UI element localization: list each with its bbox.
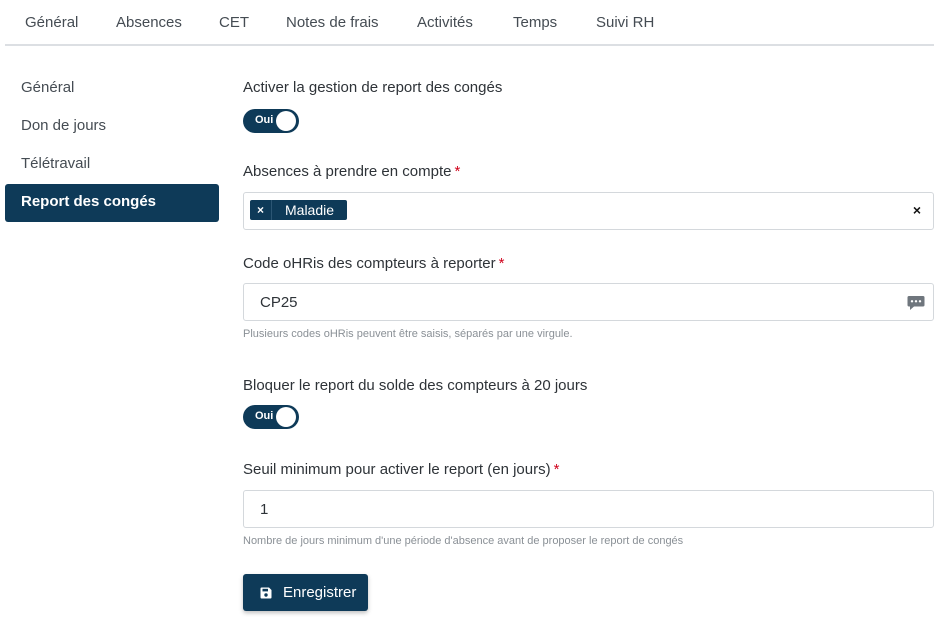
- code-help-text: Plusieurs codes oHRis peuvent être saisi…: [243, 328, 573, 340]
- required-marker: *: [553, 461, 560, 478]
- absences-label-text: Absences à prendre en compte: [243, 163, 452, 180]
- sidebar-item-report-des-conges[interactable]: Report des congés: [5, 184, 219, 222]
- enable-report-toggle-label: Oui: [255, 114, 274, 126]
- comment-dots-icon[interactable]: [907, 295, 925, 311]
- absences-multiselect[interactable]: × Maladie ×: [243, 192, 934, 230]
- code-input-value: CP25: [260, 294, 298, 311]
- block-report-label: Bloquer le report du solde des compteurs…: [243, 377, 587, 394]
- absence-chip: × Maladie: [250, 200, 348, 220]
- code-label: Code oHRis des compteurs à reporter *: [243, 255, 504, 272]
- chip-remove-icon[interactable]: ×: [250, 200, 272, 220]
- tab-cet[interactable]: CET: [219, 14, 249, 31]
- floppy-disk-icon: [260, 587, 272, 598]
- tab-temps[interactable]: Temps: [513, 14, 557, 31]
- code-input[interactable]: CP25: [243, 283, 934, 321]
- tab-absences[interactable]: Absences: [116, 14, 182, 31]
- tab-suivi-rh[interactable]: Suivi RH: [596, 14, 654, 31]
- threshold-help-text: Nombre de jours minimum d'une période d'…: [243, 535, 684, 547]
- absences-label: Absences à prendre en compte *: [243, 163, 460, 180]
- toggle-knob: [276, 111, 296, 131]
- threshold-label-text: Seuil minimum pour activer le report (en…: [243, 461, 551, 478]
- toggle-knob: [276, 407, 296, 427]
- sidebar-item-general[interactable]: Général: [5, 70, 219, 108]
- threshold-label: Seuil minimum pour activer le report (en…: [243, 461, 559, 478]
- tab-notes-de-frais[interactable]: Notes de frais: [286, 14, 379, 31]
- sidebar-item-teletravail[interactable]: Télétravail: [5, 146, 219, 184]
- block-report-toggle[interactable]: Oui: [243, 405, 299, 429]
- top-tab-bar: Général Absences CET Notes de frais Acti…: [5, 0, 934, 46]
- tab-activites[interactable]: Activités: [417, 14, 473, 31]
- clear-selection-icon[interactable]: ×: [913, 202, 921, 218]
- required-marker: *: [498, 255, 505, 272]
- block-report-toggle-label: Oui: [255, 410, 274, 422]
- enable-report-label-text: Activer la gestion de report des congés: [243, 79, 503, 96]
- threshold-input-value: 1: [260, 501, 269, 518]
- enable-report-toggle[interactable]: Oui: [243, 109, 299, 133]
- enable-report-label: Activer la gestion de report des congés: [243, 79, 502, 96]
- block-report-label-text: Bloquer le report du solde des compteurs…: [243, 377, 588, 394]
- required-marker: *: [454, 163, 461, 180]
- absence-chip-label: Maladie: [285, 202, 335, 218]
- code-label-text: Code oHRis des compteurs à reporter: [243, 255, 496, 272]
- sidebar: Général Don de jours Télétravail Report …: [5, 70, 219, 222]
- tab-general[interactable]: Général: [25, 14, 78, 31]
- save-button[interactable]: Enregistrer: [243, 574, 368, 611]
- sidebar-item-don-de-jours[interactable]: Don de jours: [5, 108, 219, 146]
- threshold-input[interactable]: 1: [243, 490, 934, 528]
- save-button-label: Enregistrer: [283, 584, 357, 601]
